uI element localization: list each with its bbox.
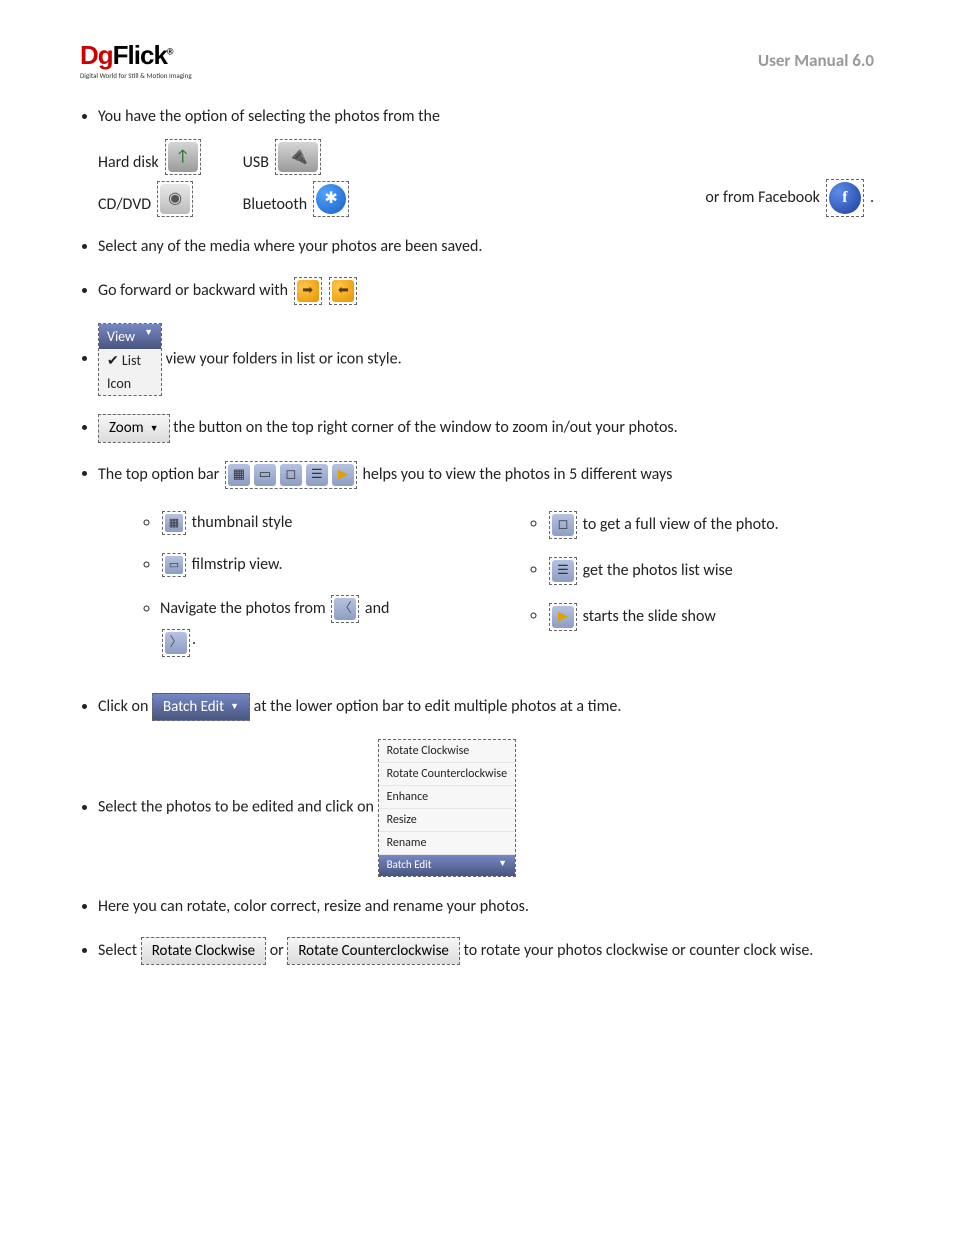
b10-a: Select: [98, 941, 137, 960]
thumbnail-icon[interactable]: ▦: [162, 511, 186, 535]
media-col-local: Hard disk ↑ CD/DVD ◉: [98, 139, 203, 217]
bluetooth-icon[interactable]: ✱: [313, 181, 349, 217]
b1-intro: You have the option of selecting the pho…: [98, 107, 440, 126]
listview-icon[interactable]: ☰: [306, 464, 328, 486]
sub-listwise: ☰ get the photos list wise: [547, 557, 874, 585]
facebook-icon[interactable]: f: [826, 179, 864, 217]
media-row: Hard disk ↑ CD/DVD ◉ USB 🔌 Bluetooth ✱: [98, 139, 874, 217]
sub-thumbnail: ▦ thumbnail style: [160, 511, 487, 535]
media-col-external: USB 🔌 Bluetooth ✱: [243, 139, 352, 217]
fullview-icon[interactable]: ◻: [280, 464, 302, 486]
batch-menu-resize[interactable]: Resize: [379, 809, 515, 832]
page-header: DgFlick® Digital World for Still & Motio…: [80, 40, 874, 80]
view-menu-list[interactable]: ✔ List: [99, 349, 161, 372]
b5-text: the button on the top right corner of th…: [173, 418, 678, 437]
label-usb: USB: [243, 151, 269, 175]
bullet-zoom: Zoom ▼ the button on the top right corne…: [98, 414, 874, 443]
logo-sub: Digital World for Still & Motion Imaging: [80, 71, 192, 80]
label-bluetooth: Bluetooth: [243, 193, 308, 217]
label-cd-dvd: CD/DVD: [98, 193, 151, 217]
zoom-button[interactable]: Zoom ▼: [98, 414, 170, 443]
sub-filmstrip: ▭ filmstrip view.: [160, 553, 487, 577]
zoom-label: Zoom: [109, 417, 144, 440]
view-ways-left: ▦ thumbnail style ▭ filmstrip view. Navi…: [98, 511, 487, 675]
bullet-batch-edit: Click on Batch Edit ▼ at the lower optio…: [98, 693, 874, 722]
batch-menu-enhance[interactable]: Enhance: [379, 786, 515, 809]
chevron-down-icon: ▼: [144, 326, 153, 347]
label-hard-disk: Hard disk: [98, 151, 159, 175]
chevron-down-icon: ▼: [498, 857, 507, 874]
bullet-rotate: Select Rotate Clockwise or Rotate Counte…: [98, 937, 874, 966]
chevron-down-icon: ▼: [150, 422, 159, 436]
cd-dvd-icon[interactable]: ◉: [157, 181, 193, 217]
view-ways-columns: ▦ thumbnail style ▭ filmstrip view. Navi…: [98, 503, 874, 675]
bullet-top-option-bar: The top option bar ▦ ▭ ◻ ☰ ▶ helps you t…: [98, 461, 874, 675]
next-photo-icon[interactable]: 〉: [162, 629, 190, 657]
label-facebook: or from Facebook: [705, 186, 820, 210]
b10-c: to rotate your photos clockwise or count…: [464, 941, 814, 960]
bullet-select-photos: Select the photos to be edited and click…: [98, 739, 874, 877]
main-list: You have the option of selecting the pho…: [80, 105, 874, 965]
b6-b: helps you to view the photos in 5 differ…: [363, 464, 673, 483]
view-ways-right: ◻ to get a full view of the photo. ☰ get…: [517, 511, 874, 649]
slideshow-icon[interactable]: ▶: [332, 464, 354, 486]
bullet-select-media: Select any of the media where your photo…: [98, 235, 874, 259]
b4-tail: view your folders in list or icon style.: [166, 349, 402, 368]
b10-b: or: [270, 941, 284, 960]
usb-icon[interactable]: 🔌: [275, 139, 321, 175]
batch-edit-button[interactable]: Batch Edit ▼: [152, 693, 250, 722]
sub-fullview: ◻ to get a full view of the photo.: [547, 511, 874, 539]
filmstrip-icon[interactable]: ▭: [162, 553, 186, 577]
fullview-icon[interactable]: ◻: [549, 511, 577, 539]
view-menu[interactable]: View ▼ ✔ List Icon: [98, 323, 162, 396]
batch-menu-rotate-ccw[interactable]: Rotate Counterclockwise: [379, 763, 515, 786]
page-title: User Manual 6.0: [758, 50, 874, 71]
forward-arrow-icon[interactable]: ➡: [294, 277, 322, 305]
view-menu-icon[interactable]: Icon: [99, 372, 161, 395]
logo-main: DgFlick®: [80, 40, 173, 70]
thumbnail-icon[interactable]: ▦: [228, 464, 250, 486]
prev-photo-icon[interactable]: 〈: [331, 595, 359, 623]
top-option-bar: ▦ ▭ ◻ ☰ ▶: [225, 461, 357, 489]
sub-navigate: Navigate the photos from 〈 and 〉.: [160, 595, 487, 657]
hard-disk-icon[interactable]: ↑: [165, 139, 201, 175]
logo: DgFlick® Digital World for Still & Motio…: [80, 40, 192, 80]
bullet-media-sources: You have the option of selecting the pho…: [98, 105, 874, 217]
bullet-navigate: Go forward or backward with ➡ ⬅: [98, 277, 874, 305]
batch-menu-rename[interactable]: Rename: [379, 832, 515, 855]
chevron-down-icon: ▼: [230, 700, 239, 714]
rotate-cw-button[interactable]: Rotate Clockwise: [141, 937, 266, 966]
b6-a: The top option bar: [98, 464, 219, 483]
bullet-edit-options: Here you can rotate, color correct, resi…: [98, 895, 874, 919]
b7-a: Click on: [98, 697, 148, 716]
b8-a: Select the photos to be edited and click…: [98, 798, 374, 817]
rotate-ccw-button[interactable]: Rotate Counterclockwise: [287, 937, 460, 966]
filmstrip-icon[interactable]: ▭: [254, 464, 276, 486]
bullet-view-style: View ▼ ✔ List Icon view your folders in l…: [98, 323, 874, 396]
view-menu-head: View: [107, 326, 135, 347]
logo-left: Dg: [80, 40, 113, 70]
back-arrow-icon[interactable]: ⬅: [329, 277, 357, 305]
batch-menu-rotate-cw[interactable]: Rotate Clockwise: [379, 740, 515, 763]
listview-icon[interactable]: ☰: [549, 557, 577, 585]
batch-edit-label: Batch Edit: [163, 696, 224, 719]
logo-right: Flick: [113, 40, 167, 70]
batch-menu-foot: Batch Edit▼: [379, 855, 515, 876]
b7-b: at the lower option bar to edit multiple…: [254, 697, 622, 716]
sub-slideshow: ▶ starts the slide show: [547, 603, 874, 631]
batch-edit-menu[interactable]: Rotate Clockwise Rotate Counterclockwise…: [378, 739, 516, 877]
slideshow-icon[interactable]: ▶: [549, 603, 577, 631]
b3-text: Go forward or backward with: [98, 281, 288, 300]
